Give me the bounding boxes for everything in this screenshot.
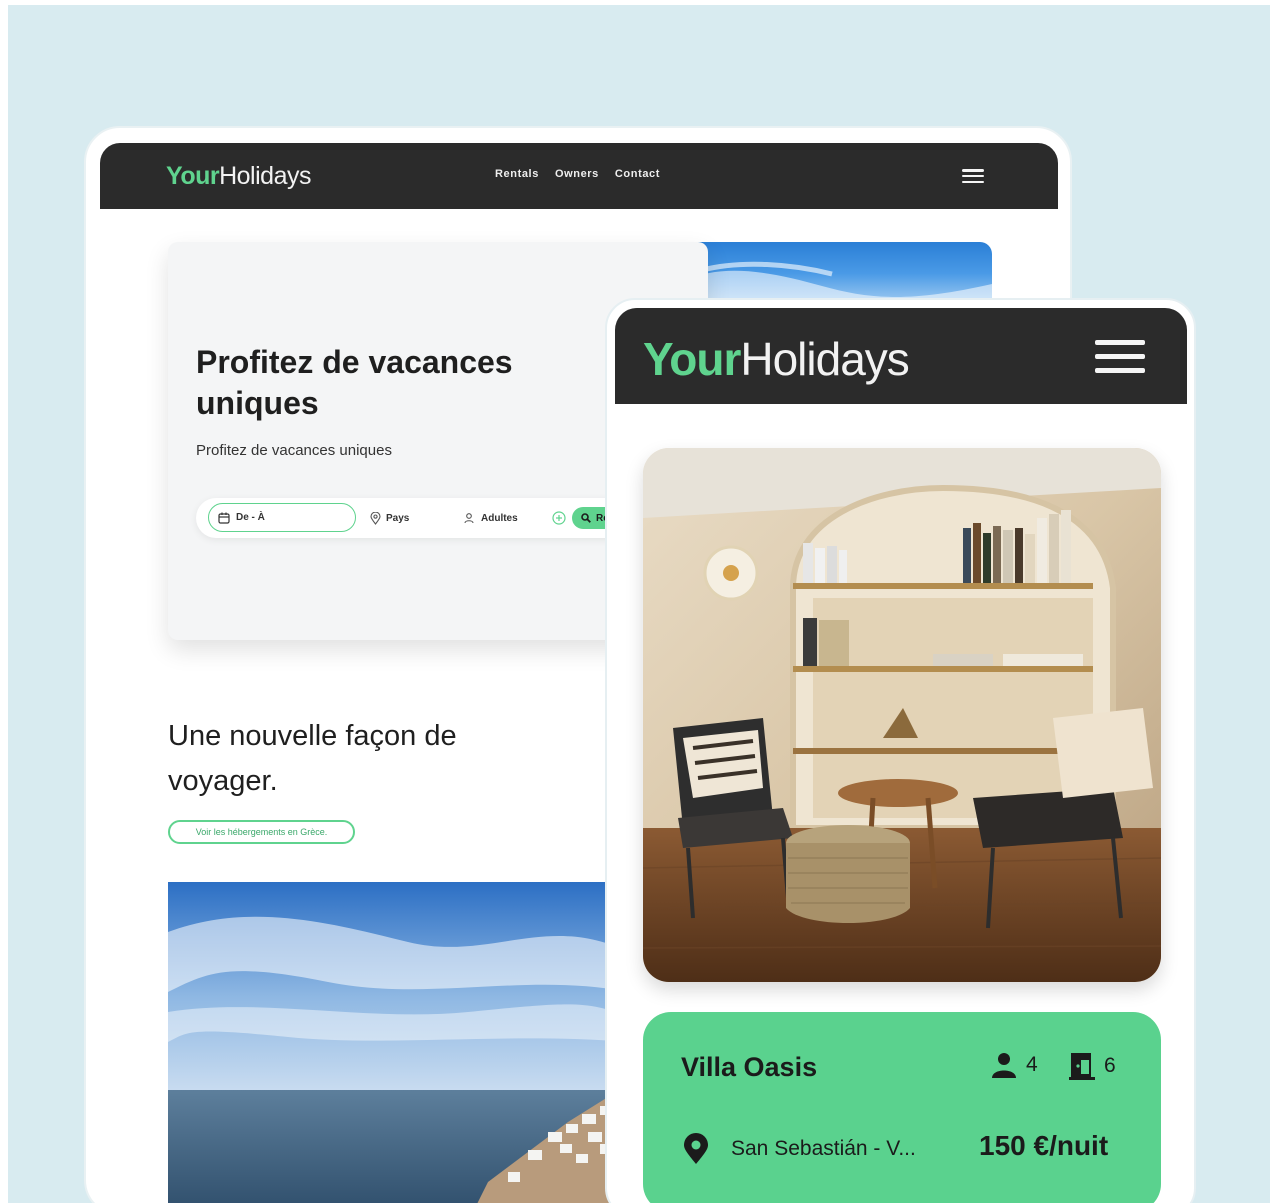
person-icon bbox=[464, 512, 474, 523]
greece-listings-button[interactable]: Voir les hébergements en Grèce. bbox=[168, 820, 355, 844]
villa-photo[interactable] bbox=[643, 448, 1161, 982]
guests-field[interactable]: Adultes bbox=[464, 498, 518, 538]
section-title: Une nouvelle façon de voyager. bbox=[168, 720, 457, 797]
mobile-logo[interactable]: YourHolidays bbox=[643, 332, 910, 386]
country-label: Pays bbox=[386, 512, 410, 524]
logo-your-text: Your bbox=[166, 162, 220, 190]
calendar-icon bbox=[218, 512, 230, 524]
room-count: 6 bbox=[1069, 1052, 1116, 1080]
logo-holidays-text: Holidays bbox=[219, 162, 311, 190]
add-guest-button[interactable] bbox=[552, 498, 566, 538]
villa-location-text: San Sebastián - V... bbox=[731, 1137, 916, 1160]
nav-link-owners[interactable]: Owners bbox=[555, 168, 599, 180]
villa-name: Villa Oasis bbox=[681, 1052, 818, 1082]
map-pin-icon bbox=[684, 1133, 708, 1164]
villa-location: San Sebastián - V... bbox=[683, 1133, 916, 1165]
person-icon bbox=[992, 1053, 1016, 1078]
villa-price: 150 €/nuit bbox=[979, 1130, 1109, 1161]
villa-card[interactable]: Villa Oasis 4 6 San Sebastián - V... 150… bbox=[643, 1012, 1161, 1203]
search-icon bbox=[581, 513, 591, 523]
country-field[interactable]: Pays bbox=[370, 498, 409, 538]
hamburger-menu-icon[interactable] bbox=[1095, 340, 1145, 373]
hero-subtitle: Profitez de vacances uniques bbox=[196, 442, 392, 459]
date-range-field[interactable]: De - À bbox=[208, 503, 356, 532]
nav-link-rentals[interactable]: Rentals bbox=[495, 168, 539, 180]
map-pin-icon bbox=[370, 511, 381, 525]
hero-title: Profitez de vacances uniques bbox=[196, 344, 513, 421]
logo-holidays-text: Holidays bbox=[740, 333, 909, 385]
guest-count: 4 bbox=[991, 1052, 1038, 1078]
nav-link-contact[interactable]: Contact bbox=[615, 168, 660, 180]
desktop-navbar: YourHolidays Rentals Owners Contact bbox=[100, 143, 1058, 209]
logo-your-text: Your bbox=[643, 333, 741, 385]
hamburger-menu-icon[interactable] bbox=[962, 169, 984, 183]
plus-circle-icon bbox=[552, 511, 566, 525]
mobile-navbar: YourHolidays bbox=[615, 308, 1187, 404]
guests-label: Adultes bbox=[481, 512, 518, 524]
desktop-nav-links: Rentals Owners Contact bbox=[495, 168, 660, 180]
date-range-label: De - À bbox=[236, 512, 265, 523]
room-count-value: 6 bbox=[1104, 1054, 1116, 1077]
santorini-photo bbox=[168, 882, 628, 1203]
guest-count-value: 4 bbox=[1026, 1053, 1038, 1076]
door-icon bbox=[1069, 1053, 1095, 1080]
mobile-mockup: YourHolidays Villa Oasis 4 6 San Sebasti… bbox=[605, 298, 1196, 1203]
desktop-logo[interactable]: YourHolidays bbox=[166, 162, 311, 191]
